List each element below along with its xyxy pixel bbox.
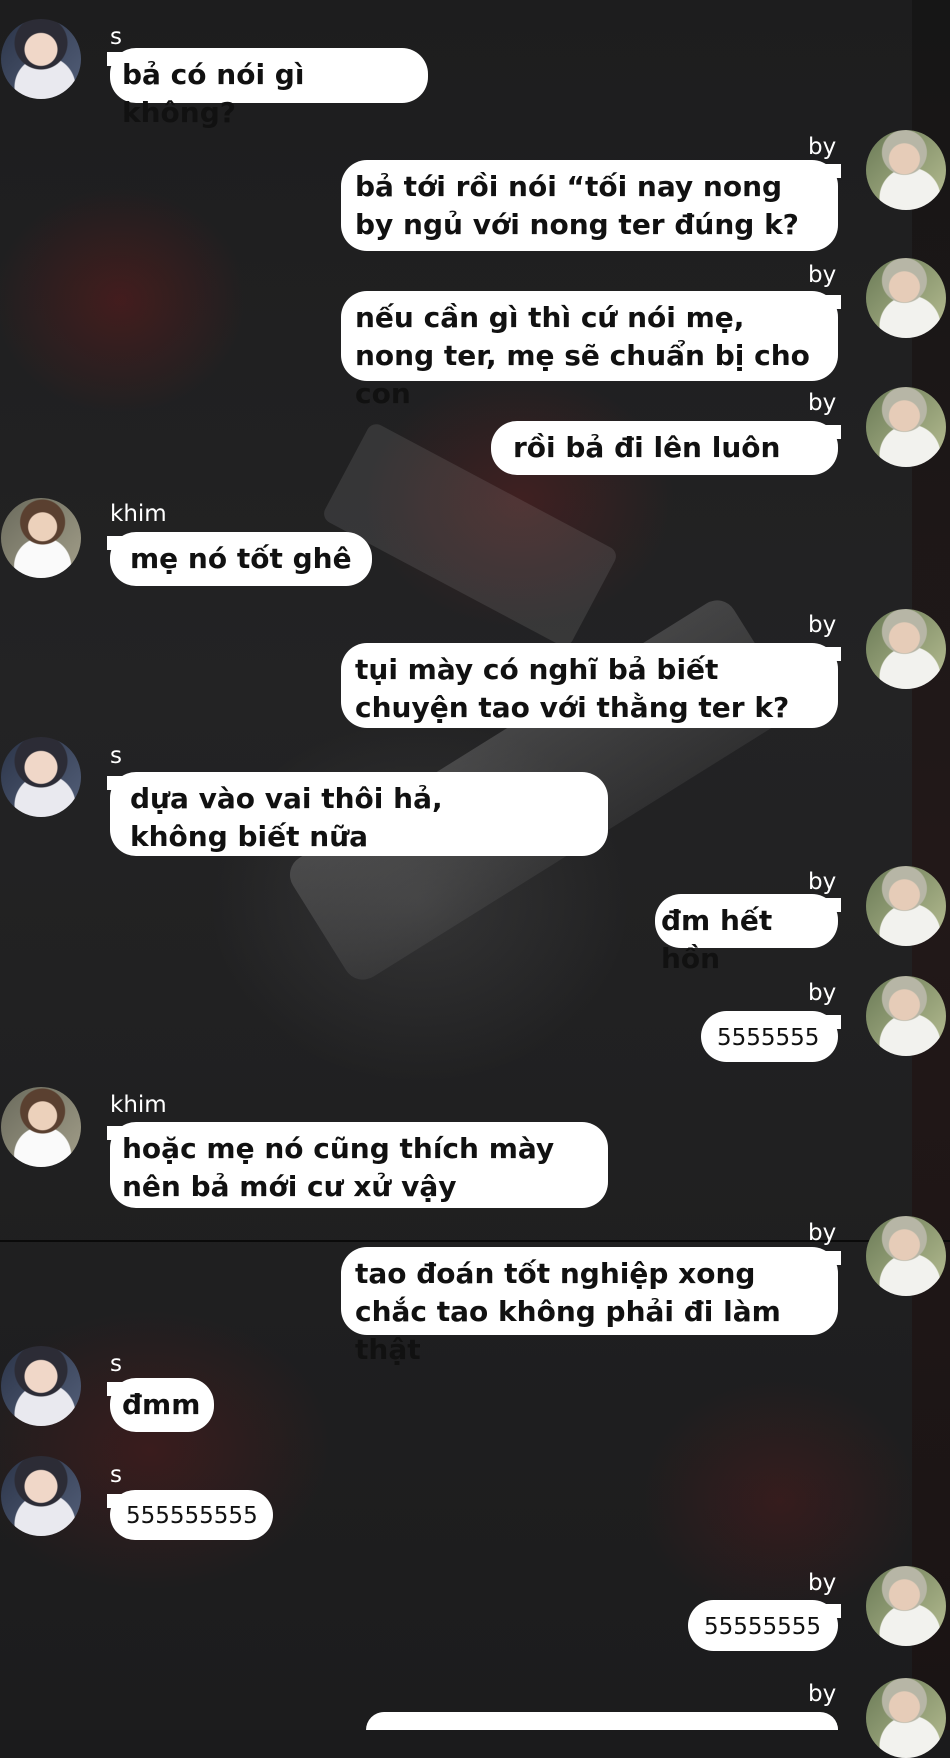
avatar-by[interactable]	[866, 609, 946, 689]
message-bubble[interactable]: mẹ nó tốt ghê	[107, 532, 372, 586]
message-bubble[interactable]: 55555555	[688, 1600, 841, 1651]
message-bubble[interactable]: 5555555	[701, 1011, 841, 1062]
message-bubble[interactable]: bả có nói gì không?	[107, 48, 428, 129]
avatar-s[interactable]	[1, 1456, 81, 1536]
avatar-by[interactable]	[866, 976, 946, 1056]
message-bubble[interactable]: rồi bả đi lên luôn	[491, 421, 841, 475]
sender-name: by	[808, 262, 837, 288]
sender-name: s	[110, 24, 122, 50]
avatar-s[interactable]	[1, 1346, 81, 1426]
sender-name: by	[808, 612, 837, 638]
message-bubble[interactable]: đmm	[107, 1378, 214, 1432]
message-bubble[interactable]: tụi mày có nghĩ bả biết chuyện tao với t…	[341, 643, 841, 728]
sender-name: khim	[110, 501, 167, 527]
message-bubble[interactable]	[366, 1712, 838, 1730]
sender-name: s	[110, 1351, 122, 1377]
avatar-s[interactable]	[1, 19, 81, 99]
sender-name: by	[808, 1570, 837, 1596]
avatar-by[interactable]	[866, 866, 946, 946]
chat-background	[0, 0, 950, 1730]
sender-name: s	[110, 743, 122, 769]
sender-name: s	[110, 1462, 122, 1488]
message-bubble[interactable]: dựa vào vai thôi hả, không biết nữa	[107, 772, 608, 856]
avatar-by[interactable]	[866, 1678, 946, 1758]
avatar-khim[interactable]	[1, 498, 81, 578]
avatar-s[interactable]	[1, 737, 81, 817]
sender-name: by	[808, 980, 837, 1006]
avatar-by[interactable]	[866, 130, 946, 210]
avatar-by[interactable]	[866, 258, 946, 338]
message-bubble[interactable]: hoặc mẹ nó cũng thích mày nên bả mới cư …	[107, 1122, 608, 1208]
avatar-by[interactable]	[866, 1216, 946, 1296]
message-bubble[interactable]: nếu cần gì thì cứ nói mẹ, nong ter, mẹ s…	[341, 291, 841, 410]
avatar-khim[interactable]	[1, 1087, 81, 1167]
sender-name: khim	[110, 1092, 167, 1118]
sender-name: by	[808, 1220, 837, 1246]
sender-name: by	[808, 869, 837, 895]
sender-name: by	[808, 1681, 837, 1707]
message-bubble[interactable]: 555555555	[107, 1490, 273, 1540]
avatar-by[interactable]	[866, 387, 946, 467]
sender-name: by	[808, 390, 837, 416]
avatar-by[interactable]	[866, 1566, 946, 1646]
message-bubble[interactable]: bả tới rồi nói “tối nay nong by ngủ với …	[341, 160, 841, 251]
message-bubble[interactable]: tao đoán tốt nghiệp xong chắc tao không …	[341, 1247, 841, 1366]
sender-name: by	[808, 134, 837, 160]
message-bubble[interactable]: đm hết hồn	[655, 894, 841, 975]
